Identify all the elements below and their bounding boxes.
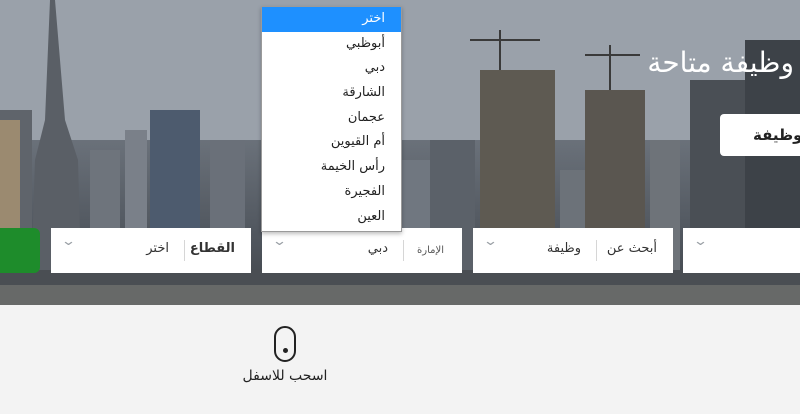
mouse-scroll-icon (274, 326, 296, 362)
emirate-value: دبي (367, 241, 388, 256)
extra-search-field[interactable]: ⌄ (683, 228, 800, 273)
hero-jobs-button[interactable]: وظيفة (720, 114, 800, 156)
dropdown-option[interactable]: دبي (262, 56, 401, 81)
field-divider (184, 240, 185, 261)
hero-headline: وظيفة متاحة (647, 46, 794, 79)
scroll-down-hint[interactable]: اسحب للاسفل (240, 326, 330, 384)
sector-label: القطاع (189, 241, 235, 256)
emirate-dropdown-list[interactable]: اختر أبوظبي دبي الشارقة عجمان أم القيوين… (261, 6, 402, 232)
dropdown-option[interactable]: رأس الخيمة (262, 155, 401, 180)
dropdown-option[interactable]: أم القيوين (262, 130, 401, 155)
dropdown-option[interactable]: عجمان (262, 106, 401, 131)
dropdown-option[interactable]: أبوظبي (262, 32, 401, 57)
emirate-label: الإمارة (417, 245, 444, 256)
keyword-field[interactable]: ⌄ أبحث عن وظيفة (473, 228, 673, 273)
dropdown-option[interactable]: الفجيرة (262, 180, 401, 205)
chevron-down-icon: ⌄ (60, 234, 77, 249)
emirate-field[interactable]: ⌄ الإمارة دبي (262, 228, 462, 273)
keyword-value: وظيفة (546, 241, 581, 256)
search-submit-button[interactable] (0, 228, 40, 273)
sector-field[interactable]: ⌄ القطاع اختر (51, 228, 251, 273)
field-divider (596, 240, 597, 261)
keyword-label: أبحث عن (606, 241, 657, 256)
field-divider (403, 240, 404, 261)
scroll-hint-text: اسحب للاسفل (242, 368, 328, 384)
sector-value: اختر (146, 241, 169, 256)
chevron-down-icon: ⌄ (482, 234, 499, 249)
dropdown-option[interactable]: العين (262, 205, 401, 230)
chevron-down-icon: ⌄ (692, 234, 709, 249)
dropdown-option[interactable]: اختر (262, 7, 401, 32)
dropdown-option[interactable]: الشارقة (262, 81, 401, 106)
chevron-down-icon: ⌄ (271, 234, 288, 249)
